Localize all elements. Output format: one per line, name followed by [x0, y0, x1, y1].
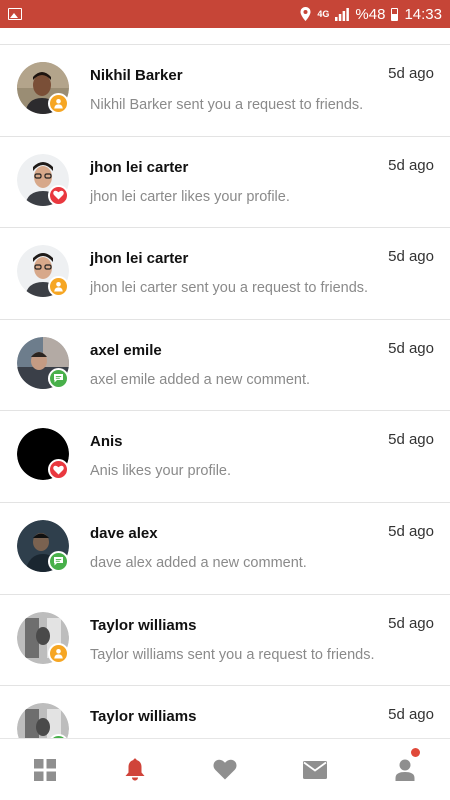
notification-item[interactable]: Taylor williams 5d ago: [0, 686, 450, 738]
notification-message: axel emile added a new comment.: [90, 371, 311, 388]
notification-item[interactable]: axel emile 5d ago axel emile added a new…: [0, 320, 450, 412]
bell-icon: [125, 758, 145, 781]
notification-time: 5d ago: [388, 522, 434, 540]
nav-profile[interactable]: [360, 739, 450, 800]
notification-item[interactable]: Nikhil Barker 5d ago Nikhil Barker sent …: [0, 45, 450, 137]
battery-icon: [391, 7, 399, 21]
notification-name: dave alex: [90, 524, 158, 542]
avatar[interactable]: [17, 703, 69, 738]
friend-request-badge-icon: [48, 642, 69, 664]
notification-time: 5d ago: [388, 156, 434, 174]
comment-badge-icon: [48, 367, 69, 389]
notification-name: jhon lei carter: [90, 250, 189, 268]
grid-icon: [34, 758, 56, 781]
notification-time: 5d ago: [388, 706, 434, 724]
notification-time: 5d ago: [388, 65, 434, 82]
location-icon: [300, 7, 311, 21]
mail-icon: [303, 760, 327, 779]
notification-item[interactable]: Anis 5d ago Anis likes your profile.: [0, 411, 450, 503]
notification-item[interactable]: Taylor williams 5d ago Taylor williams s…: [0, 595, 450, 687]
notification-list[interactable]: Nikhil Barker 5d ago Nikhil Barker sent …: [0, 45, 450, 738]
notification-time: 5d ago: [388, 339, 434, 357]
bottom-navigation: [0, 738, 450, 800]
notification-item[interactable]: dave alex 5d ago dave alex added a new c…: [0, 503, 450, 595]
notification-name: Taylor williams: [90, 708, 197, 726]
like-badge-icon: [48, 459, 69, 481]
notification-time: 5d ago: [388, 248, 434, 266]
heart-icon: [213, 759, 237, 780]
notification-name: jhon lei carter: [90, 158, 189, 176]
nav-home[interactable]: [0, 739, 90, 800]
notification-time: 5d ago: [388, 431, 434, 449]
nav-messages[interactable]: [270, 739, 360, 800]
notification-message: jhon lei carter likes your profile.: [90, 188, 290, 205]
notification-message: dave alex added a new comment.: [90, 554, 307, 571]
profile-icon: [395, 759, 415, 781]
notification-item[interactable]: jhon lei carter 5d ago jhon lei carter s…: [0, 228, 450, 320]
friend-request-badge-icon: [48, 276, 69, 298]
notification-message: jhon lei carter sent you a request to fr…: [90, 280, 369, 297]
notification-message: Nikhil Barker sent you a request to frie…: [90, 97, 364, 113]
status-bar: 4G %48 14:33: [0, 0, 450, 28]
notification-message: Taylor williams sent you a request to fr…: [90, 646, 375, 663]
nav-notifications[interactable]: [90, 739, 180, 800]
notification-name: axel emile: [90, 341, 162, 359]
signal-icon: [335, 7, 350, 21]
notification-name: Nikhil Barker: [90, 67, 183, 84]
nav-favorites[interactable]: [180, 739, 270, 800]
profile-notification-dot-icon: [411, 748, 420, 757]
notification-name: Anis: [90, 433, 123, 451]
image-notification-icon: [8, 8, 22, 20]
clock: 14:33: [404, 5, 442, 23]
comment-badge-icon: [48, 550, 69, 572]
notification-message: Anis likes your profile.: [90, 463, 232, 480]
notification-name: Taylor williams: [90, 616, 197, 634]
notification-time: 5d ago: [388, 614, 434, 632]
battery-percent: %48: [355, 5, 386, 23]
network-type-label: 4G: [317, 8, 330, 19]
friend-request-badge-icon: [48, 93, 69, 114]
like-badge-icon: [48, 184, 69, 206]
notification-item[interactable]: jhon lei carter 5d ago jhon lei carter l…: [0, 137, 450, 229]
